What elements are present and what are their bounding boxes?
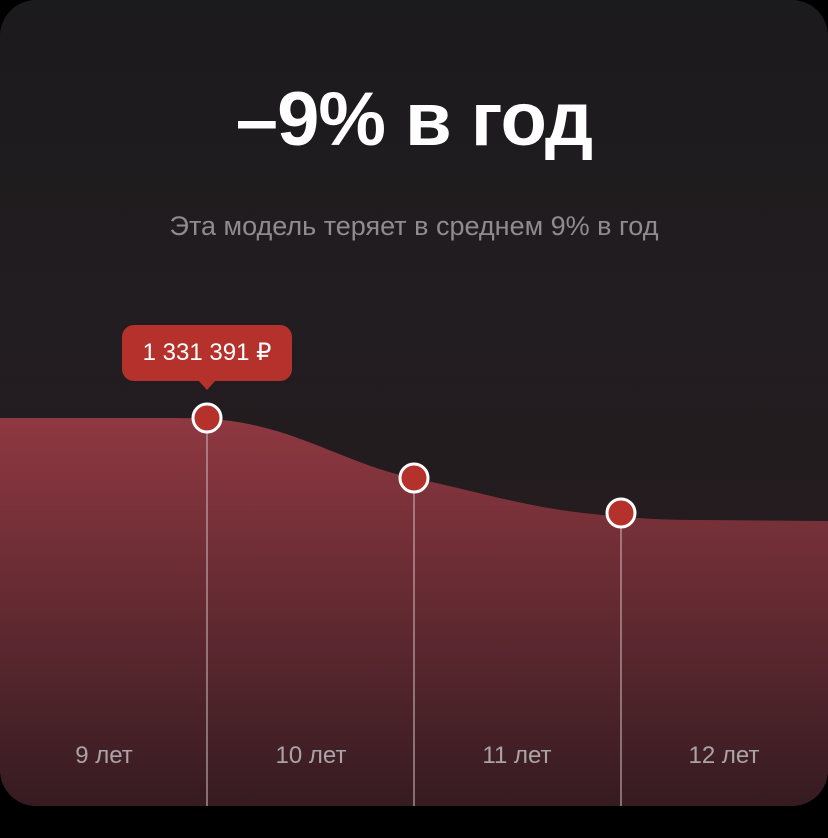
data-point-9[interactable] — [191, 402, 223, 434]
x-label-11: 11 лет — [482, 742, 552, 769]
data-point-10[interactable] — [398, 462, 430, 494]
headline: –9% в год — [235, 77, 593, 162]
depreciation-card: –9% в год Эта модель теряет в среднем 9%… — [0, 0, 828, 806]
x-label-10: 10 лет — [275, 742, 347, 769]
tooltip-pointer — [198, 380, 216, 390]
data-point-11[interactable] — [605, 497, 637, 529]
x-label-12: 12 лет — [688, 742, 760, 769]
value-tooltip: 1 331 391 ₽ — [122, 325, 292, 381]
subtitle: Эта модель теряет в среднем 9% в год — [169, 211, 659, 241]
x-label-9: 9 лет — [75, 742, 133, 769]
